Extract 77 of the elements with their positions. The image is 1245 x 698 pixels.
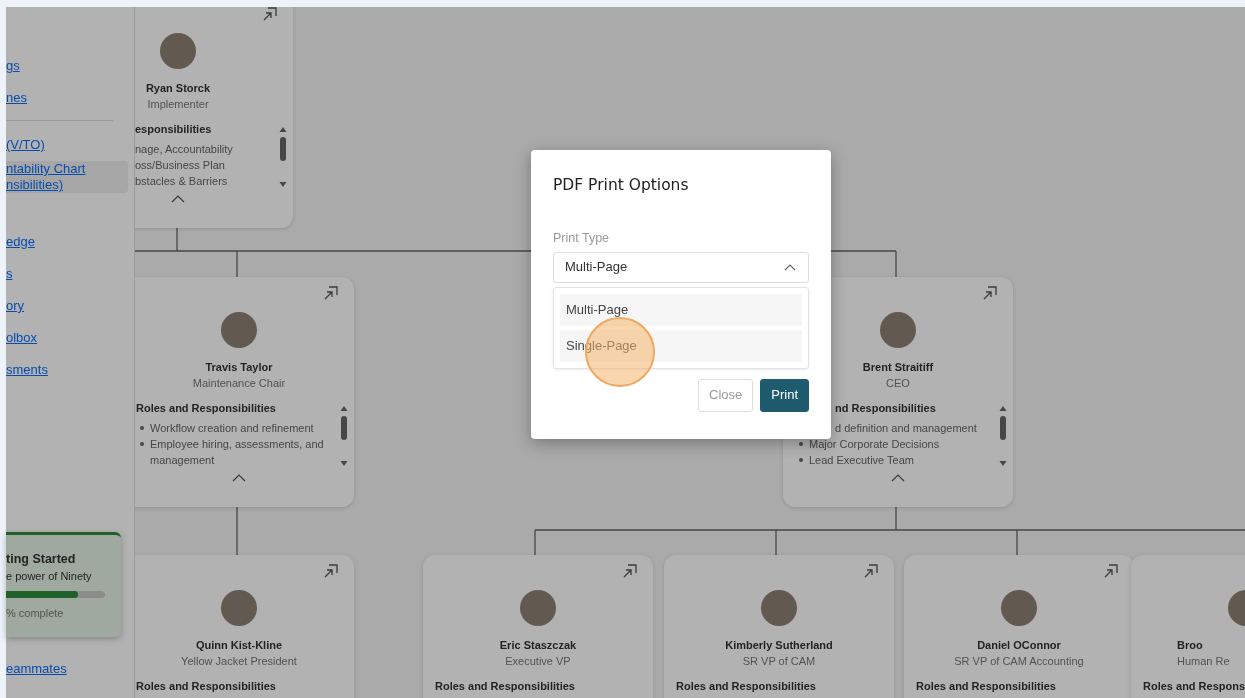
nav-item[interactable]: edge [6, 226, 128, 258]
responsibility-text: Major Corporate Decisions [809, 437, 940, 452]
card-subtitle: e power of Ninety [6, 569, 93, 584]
avatar-placeholder [880, 312, 916, 348]
chevron-icon[interactable] [232, 474, 246, 482]
section-heading: Roles and Responsibilities [676, 679, 817, 694]
person-title: SR VP of CAM Accounting [953, 654, 1085, 669]
person-title: CEO [885, 376, 911, 391]
dialog-title: PDF Print Options [553, 176, 690, 195]
card-title: ting Started [6, 551, 77, 567]
responsibility-text: Lead Executive Team [809, 453, 914, 468]
expand-icon[interactable] [324, 564, 338, 578]
progress-text: % complete [6, 606, 65, 621]
nav-item[interactable]: ntability Chart nsibilities) [6, 161, 128, 193]
person-title: SR VP of CAM [741, 654, 817, 669]
section-heading: nd Responsibilities [834, 401, 937, 416]
field-label: Print Type [553, 230, 611, 245]
person-title: Yellow Jacket President [180, 654, 298, 669]
scrollbar-drawing [279, 125, 287, 189]
nav-item[interactable]: sments [6, 354, 128, 386]
person-title: Implementer [146, 97, 210, 112]
print-button[interactable]: Print [760, 378, 809, 412]
avatar-placeholder [1001, 590, 1037, 626]
scrollbar-drawing [999, 404, 1007, 468]
avatar-placeholder [221, 312, 257, 348]
nav-item[interactable]: olbox [6, 322, 128, 354]
person-name: Kimberly Sutherland [724, 638, 834, 653]
chevron-icon[interactable] [171, 195, 185, 203]
nav-item[interactable]: eammates [6, 659, 67, 679]
expand-icon[interactable] [324, 286, 338, 300]
responsibility-text: Workflow creation and refinement [150, 421, 314, 436]
responsibility-text: d definition and management [835, 421, 977, 436]
dropdown-option[interactable]: Multi-Page [560, 293, 802, 326]
person-title: Human Re [1176, 654, 1231, 669]
person-name: Broo [1176, 638, 1204, 653]
bullet-icon [799, 442, 803, 446]
nav-item[interactable]: s [6, 258, 128, 290]
responsibility-text: nage, Accountability [135, 142, 233, 157]
nav-item[interactable]: nes [6, 82, 128, 114]
scrollbar-drawing [340, 404, 348, 468]
nav-item[interactable]: ory [6, 290, 128, 322]
person-title: Executive VP [504, 654, 572, 669]
section-heading: esponsibilities [135, 122, 213, 137]
expand-icon[interactable] [623, 564, 637, 578]
person-name: Daniel OConnor [976, 638, 1062, 653]
expand-icon[interactable] [1104, 564, 1118, 578]
section-heading: Roles and Responsibilities [136, 679, 277, 694]
person-name: Travis Taylor [204, 360, 274, 375]
person-name: Quinn Kist-Kline [194, 638, 284, 653]
expand-icon[interactable] [864, 564, 878, 578]
person-name: Ryan Storck [144, 81, 212, 96]
print-type-select[interactable]: Multi-Page [553, 251, 809, 283]
nav-item[interactable]: gs [6, 50, 128, 82]
responsibility-text: bstacles & Barriers [135, 174, 228, 189]
section-heading: Roles and Respons [1143, 679, 1245, 694]
person-title: Maintenance Chair [191, 376, 287, 391]
connector-line [236, 505, 238, 556]
expand-icon[interactable] [263, 7, 277, 21]
nav-item[interactable]: (V/TO) [6, 129, 128, 161]
person-name: Brent Straitiff [861, 360, 935, 375]
bullet-icon [140, 442, 144, 446]
section-heading: Roles and Responsibilities [435, 679, 576, 694]
chevron-icon[interactable] [891, 474, 905, 482]
responsibility-text: oss/Business Plan [135, 158, 225, 173]
responsibility-text: Employee hiring, assessments, and management [150, 437, 325, 468]
expand-icon[interactable] [983, 286, 997, 300]
avatar-placeholder [520, 590, 556, 626]
bullet-icon [140, 426, 144, 430]
chevron-icon [784, 263, 796, 271]
section-heading: Roles and Responsibilities [916, 679, 1057, 694]
section-heading: Roles and Responsibilities [136, 401, 277, 416]
avatar-placeholder [160, 33, 196, 69]
close-button[interactable]: Close [698, 378, 754, 412]
bullet-icon [799, 458, 803, 462]
avatar-placeholder [221, 590, 257, 626]
person-name: Eric Staszczak [498, 638, 578, 653]
avatar-placeholder [761, 590, 797, 626]
